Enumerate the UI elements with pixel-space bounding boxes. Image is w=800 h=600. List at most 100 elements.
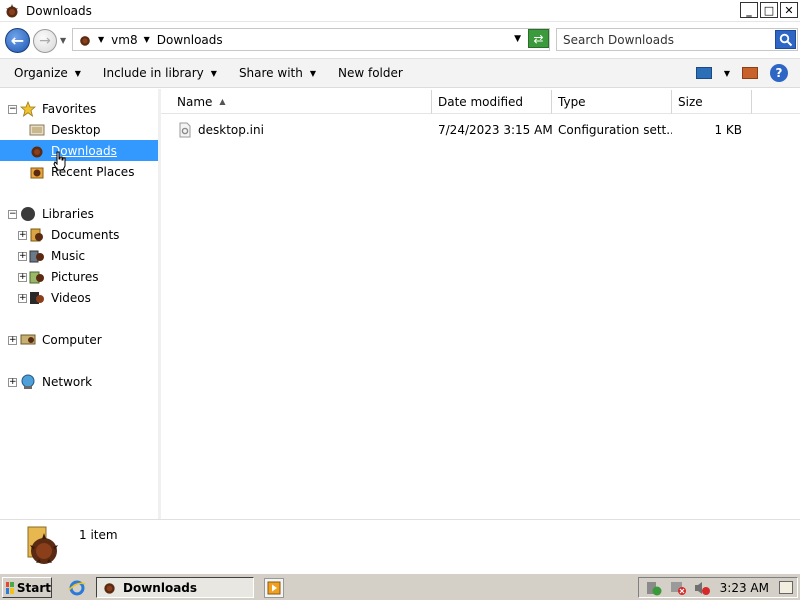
pictures-icon	[29, 271, 44, 283]
downloads-folder-icon	[80, 35, 90, 46]
help-icon[interactable]: ?	[770, 64, 788, 82]
refresh-button[interactable]: ⇄	[528, 29, 549, 48]
recent-pages-dropdown[interactable]: ▼	[60, 36, 66, 45]
taskbar-downloads-label: Downloads	[123, 580, 198, 595]
address-field[interactable]: ▼ vm8 ▼ Downloads ▼	[72, 28, 550, 51]
minimize-button[interactable]: _	[740, 2, 758, 18]
nav-documents-label: Documents	[51, 227, 120, 242]
expand-icon[interactable]: +	[18, 252, 27, 261]
view-options-dropdown[interactable]: ▼	[724, 69, 730, 78]
libraries-icon	[21, 206, 35, 221]
nav-desktop[interactable]: Desktop	[29, 119, 158, 140]
expand-icon[interactable]: +	[18, 294, 27, 303]
organize-menu[interactable]: Organize ▼	[14, 66, 81, 80]
taskbar: Start Downloads 3:23 AM	[0, 573, 800, 600]
column-date-label: Date modified	[438, 94, 524, 109]
start-label: Start	[16, 580, 51, 595]
nav-videos[interactable]: Videos	[29, 287, 158, 308]
network-icon	[21, 374, 35, 389]
include-in-library-label: Include in library	[102, 66, 204, 80]
nav-downloads[interactable]: Downloads	[0, 140, 158, 161]
security-shield-icon[interactable]	[645, 580, 663, 596]
sort-ascending-icon: ▲	[219, 97, 226, 106]
file-list: Name ▲ Date modified Type Size desktop.i…	[161, 89, 800, 519]
chevron-down-icon: ▼	[210, 68, 217, 78]
nav-music[interactable]: Music	[29, 245, 158, 266]
file-type: Configuration sett...	[558, 123, 672, 137]
nav-network-label: Network	[42, 374, 93, 389]
volume-muted-icon[interactable]	[693, 580, 711, 596]
share-with-label: Share with	[238, 66, 303, 80]
breadcrumb-downloads[interactable]: Downloads	[157, 33, 223, 47]
collapse-icon[interactable]: −	[8, 105, 17, 114]
search-input[interactable]	[557, 29, 772, 50]
arrow-right-icon: →	[39, 33, 51, 49]
breadcrumb-separator-icon[interactable]: ▼	[98, 35, 104, 44]
nav-computer-label: Computer	[42, 332, 102, 347]
window-controls: _ □ ✕	[740, 2, 798, 18]
nav-computer[interactable]: Computer	[20, 329, 158, 350]
breadcrumb-vm8[interactable]: vm8	[111, 33, 137, 47]
documents-icon	[30, 228, 43, 241]
recent-places-icon	[30, 167, 44, 178]
new-folder-button[interactable]: New folder	[338, 66, 403, 80]
address-history-dropdown[interactable]: ▼	[514, 34, 521, 44]
close-button[interactable]: ✕	[780, 2, 798, 18]
chevron-down-icon: ▼	[309, 68, 316, 78]
command-bar: Organize ▼ Include in library ▼ Share wi…	[0, 58, 800, 88]
search-box[interactable]	[556, 28, 798, 51]
star-icon	[20, 100, 36, 117]
column-size[interactable]: Size	[672, 90, 752, 114]
column-headers: Name ▲ Date modified Type Size	[161, 90, 800, 114]
maximize-button[interactable]: □	[760, 2, 778, 18]
file-name: desktop.ini	[198, 123, 264, 137]
network-status-icon[interactable]	[669, 580, 687, 596]
new-folder-label: New folder	[338, 66, 403, 80]
column-type[interactable]: Type	[552, 90, 672, 114]
computer-icon	[20, 334, 36, 344]
nav-documents[interactable]: Documents	[29, 224, 158, 245]
navigation-pane: − Favorites Desktop Downloads Recent Pla…	[0, 89, 158, 519]
nav-favorites[interactable]: Favorites	[20, 98, 158, 119]
nav-libraries[interactable]: Libraries	[20, 203, 158, 224]
nav-pictures-label: Pictures	[51, 269, 99, 284]
nav-desktop-label: Desktop	[51, 122, 101, 137]
breadcrumb-separator-icon[interactable]: ▼	[144, 35, 150, 44]
chevron-down-icon: ▼	[74, 68, 81, 78]
media-player-icon[interactable]	[264, 578, 284, 598]
item-count: 1 item	[79, 528, 118, 542]
column-name[interactable]: Name ▲	[161, 90, 432, 114]
column-name-label: Name	[177, 94, 213, 109]
file-size: 1 KB	[714, 123, 742, 137]
nav-recent-places[interactable]: Recent Places	[29, 161, 158, 182]
share-with-menu[interactable]: Share with ▼	[239, 66, 316, 80]
nav-network[interactable]: Network	[20, 371, 158, 392]
music-icon	[29, 250, 44, 262]
search-button[interactable]	[775, 30, 796, 49]
column-date-modified[interactable]: Date modified	[432, 90, 552, 114]
expand-icon[interactable]: +	[18, 273, 27, 282]
show-desktop-icon[interactable]	[779, 581, 793, 594]
expand-icon[interactable]: +	[8, 378, 17, 387]
column-type-label: Type	[558, 94, 586, 109]
videos-icon	[30, 291, 44, 304]
taskbar-downloads-button[interactable]: Downloads	[96, 577, 254, 598]
start-button[interactable]: Start	[2, 577, 52, 598]
desktop-icon	[29, 124, 45, 135]
include-in-library-menu[interactable]: Include in library ▼	[103, 66, 217, 80]
nav-pictures[interactable]: Pictures	[29, 266, 158, 287]
internet-explorer-icon[interactable]	[67, 578, 87, 598]
preview-pane-icon[interactable]	[742, 67, 758, 79]
clock[interactable]: 3:23 AM	[720, 581, 769, 595]
file-row[interactable]: desktop.ini 7/24/2023 3:15 AM Configurat…	[161, 119, 800, 141]
arrow-left-icon: ←	[10, 31, 25, 50]
collapse-icon[interactable]: −	[8, 210, 17, 219]
forward-button[interactable]: →	[33, 29, 57, 53]
change-view-icon[interactable]	[695, 67, 712, 79]
expand-icon[interactable]: +	[8, 336, 17, 345]
window-title: Downloads	[26, 3, 92, 18]
back-button[interactable]: ←	[5, 28, 30, 53]
expand-icon[interactable]: +	[18, 231, 27, 240]
view-controls: ▼ ?	[695, 64, 788, 82]
organize-label: Organize	[14, 66, 68, 80]
